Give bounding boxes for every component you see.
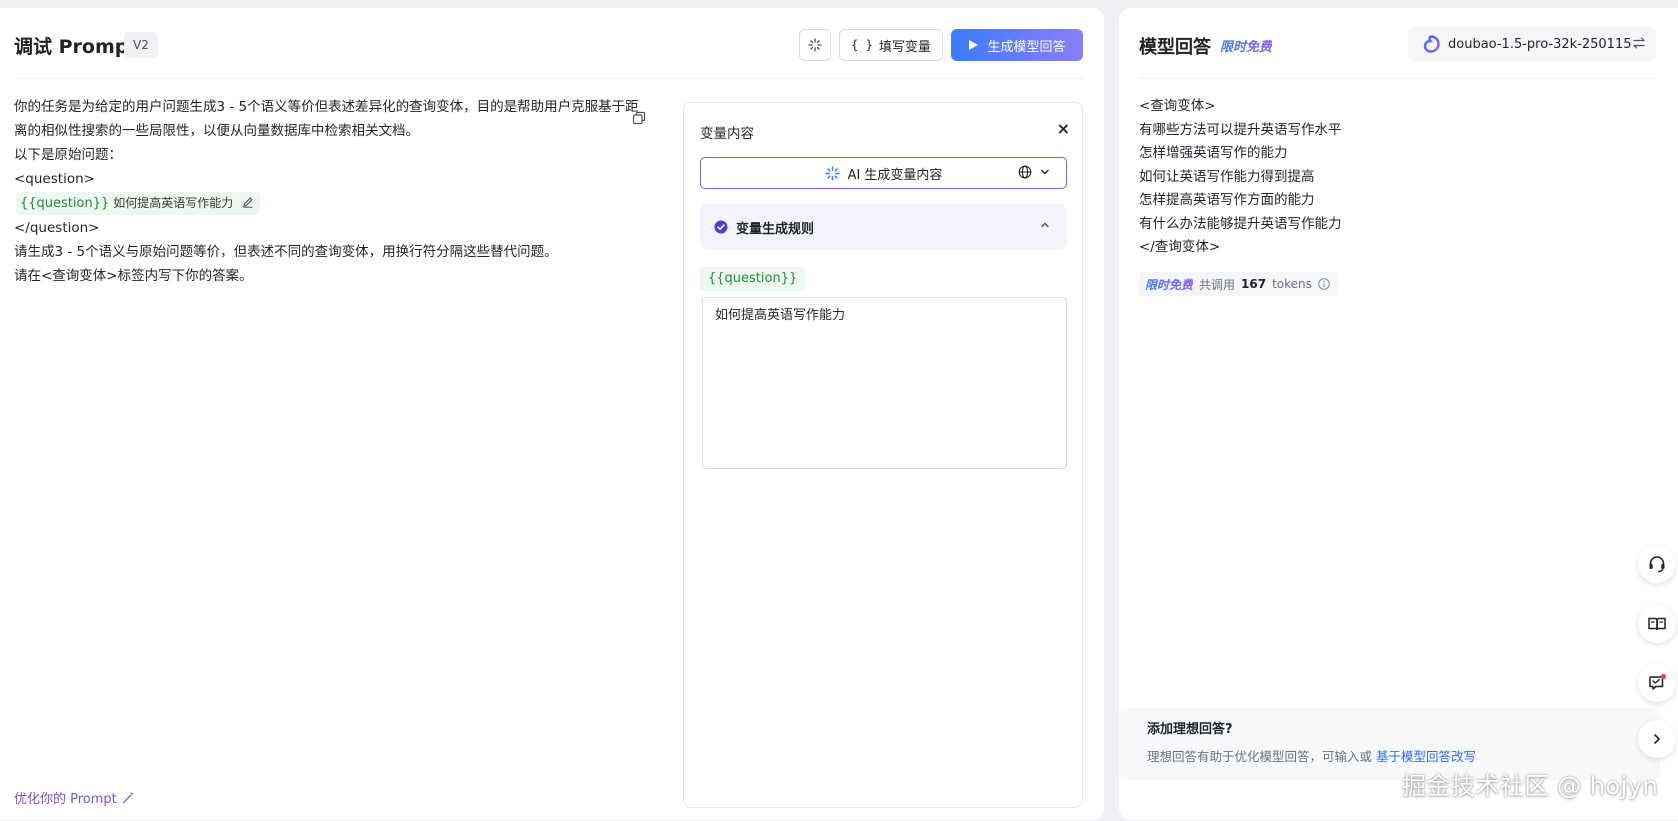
close-icon[interactable]: × (1057, 121, 1070, 137)
ideal-answer-desc-text: 理想回答有助于优化模型回答，可输入或 (1147, 749, 1376, 764)
answer-line: 怎样提高英语写作方面的能力 (1139, 192, 1315, 208)
prompt-line: 请在<查询变体>标签内写下你的答案。 (14, 268, 253, 284)
prompt-line: 离的相似性搜索的一些局限性，以便从向量数据库中检索相关文档。 (14, 123, 419, 139)
fill-variables-button[interactable]: { } 填写变量 (839, 29, 943, 61)
prompt-editor[interactable]: 你的任务是为给定的用户问题生成3 - 5个语义等价但表述差异化的查询变体，目的是… (14, 95, 662, 288)
sparkle-icon (824, 165, 840, 181)
optimize-prompt-link[interactable]: 优化你的 Prompt (14, 788, 135, 807)
usage-free-label: 限时免费 (1145, 277, 1194, 292)
chevron-up-icon (1041, 222, 1049, 228)
model-selector[interactable]: doubao-1.5-pro-32k-250115 (1408, 27, 1656, 61)
prompt-line: </question> (14, 220, 100, 236)
play-icon (969, 40, 979, 50)
variable-rule-toggle[interactable]: 变量生成规则 (700, 204, 1067, 250)
chevron-down-icon (1041, 169, 1049, 175)
variable-chip-name: {{question}} (20, 196, 110, 211)
generate-answer-button[interactable]: 生成模型回答 (951, 29, 1083, 61)
ai-generate-label: AI 生成变量内容 (847, 167, 943, 183)
sparkle-icon (808, 38, 822, 52)
docs-button[interactable] (1638, 605, 1676, 643)
variable-panel: 变量内容 × AI 生成变量内容 变量生成规则 {{question}} 如何提… (683, 102, 1083, 808)
magic-wand-icon (122, 791, 134, 804)
globe-icon (1018, 165, 1032, 179)
answer-line: 怎样增强英语写作的能力 (1139, 145, 1288, 161)
fill-variables-label: 填写变量 (878, 39, 931, 55)
variable-rule-label: 变量生成规则 (736, 221, 815, 237)
variable-chip[interactable]: {{question}} 如何提高英语写作能力 (16, 192, 260, 215)
optimize-prompt-label: 优化你的 Prompt (14, 792, 117, 807)
prompt-line: 你的任务是为给定的用户问题生成3 - 5个语义等价但表述差异化的查询变体，目的是… (14, 99, 639, 115)
variable-value-input[interactable]: 如何提高英语写作能力 (702, 297, 1067, 469)
variable-panel-title: 变量内容 (700, 126, 754, 142)
answer-line: <查询变体> (1139, 98, 1216, 114)
book-icon (1648, 617, 1666, 631)
chevron-right-icon (1654, 734, 1661, 744)
feedback-icon (1649, 673, 1667, 690)
ideal-answer-desc: 理想回答有助于优化模型回答，可输入或 基于模型回答改写 (1147, 746, 1476, 765)
ai-generate-variables-button[interactable]: AI 生成变量内容 (700, 157, 1067, 189)
ideal-answer-title: 添加理想回答? (1147, 722, 1233, 737)
prompt-line: 以下是原始问题： (14, 147, 122, 163)
headset-icon (1649, 556, 1665, 573)
watermark: 掘金技术社区 @ hojyn (1402, 772, 1659, 800)
variable-chip-value: 如何提高英语写作能力 (113, 196, 234, 210)
info-icon[interactable] (1318, 278, 1330, 290)
language-select[interactable] (1018, 165, 1050, 179)
answer-line: 如何让英语写作能力得到提高 (1139, 168, 1315, 185)
variable-line: {{question}} 如何提高英语写作能力 (14, 191, 662, 216)
answer-line: </查询变体> (1139, 239, 1221, 255)
feedback-button[interactable] (1638, 664, 1676, 702)
usage-prefix: 共调用 (1199, 277, 1236, 292)
check-circle-icon (714, 220, 728, 234)
variable-tag: {{question}} (700, 267, 806, 291)
prompt-header: 调试 Prompt V2 { } 填写变量 生成模型回答 (14, 8, 1084, 79)
expand-button[interactable] (1638, 720, 1676, 758)
usage-count: 167 (1241, 277, 1267, 291)
rewrite-from-answer-link[interactable]: 基于模型回答改写 (1376, 749, 1476, 764)
version-badge[interactable]: V2 (124, 32, 158, 58)
token-usage-badge: 限时免费 共调用 167 tokens (1139, 272, 1338, 296)
model-logo-icon (1423, 35, 1440, 53)
answer-title: 模型回答 (1139, 37, 1211, 58)
answer-panel: 模型回答 限时免费 doubao-1.5-pro-32k-250115 <查询变… (1119, 8, 1678, 820)
page-title: 调试 Prompt (14, 36, 138, 58)
sparkle-button[interactable] (799, 29, 831, 61)
answer-line: 有什么办法能够提升英语写作能力 (1139, 215, 1342, 232)
answer-line: 有哪些方法可以提升英语写作水平 (1139, 121, 1342, 138)
copy-icon (632, 111, 646, 125)
edit-icon[interactable] (242, 196, 254, 208)
copy-button[interactable] (632, 111, 646, 129)
prompt-line: 请生成3 - 5个语义与原始问题等价，但表述不同的查询变体，用换行符分隔这些替代… (14, 244, 558, 260)
free-badge: 限时免费 (1220, 36, 1272, 55)
answer-content: <查询变体> 有哪些方法可以提升英语写作水平 怎样增强英语写作的能力 如何让英语… (1139, 95, 1342, 260)
prompt-panel: 调试 Prompt V2 { } 填写变量 生成模型回答 你的任务是为给定的用户… (0, 8, 1104, 820)
generate-answer-label: 生成模型回答 (987, 39, 1066, 55)
usage-unit: tokens (1272, 277, 1312, 291)
prompt-line: <question> (14, 171, 95, 187)
swap-icon (1633, 37, 1645, 49)
support-button[interactable] (1638, 545, 1676, 583)
answer-header: 模型回答 限时免费 doubao-1.5-pro-32k-250115 (1139, 8, 1656, 79)
model-name: doubao-1.5-pro-32k-250115 (1448, 36, 1632, 52)
braces-icon: { } (851, 38, 873, 52)
